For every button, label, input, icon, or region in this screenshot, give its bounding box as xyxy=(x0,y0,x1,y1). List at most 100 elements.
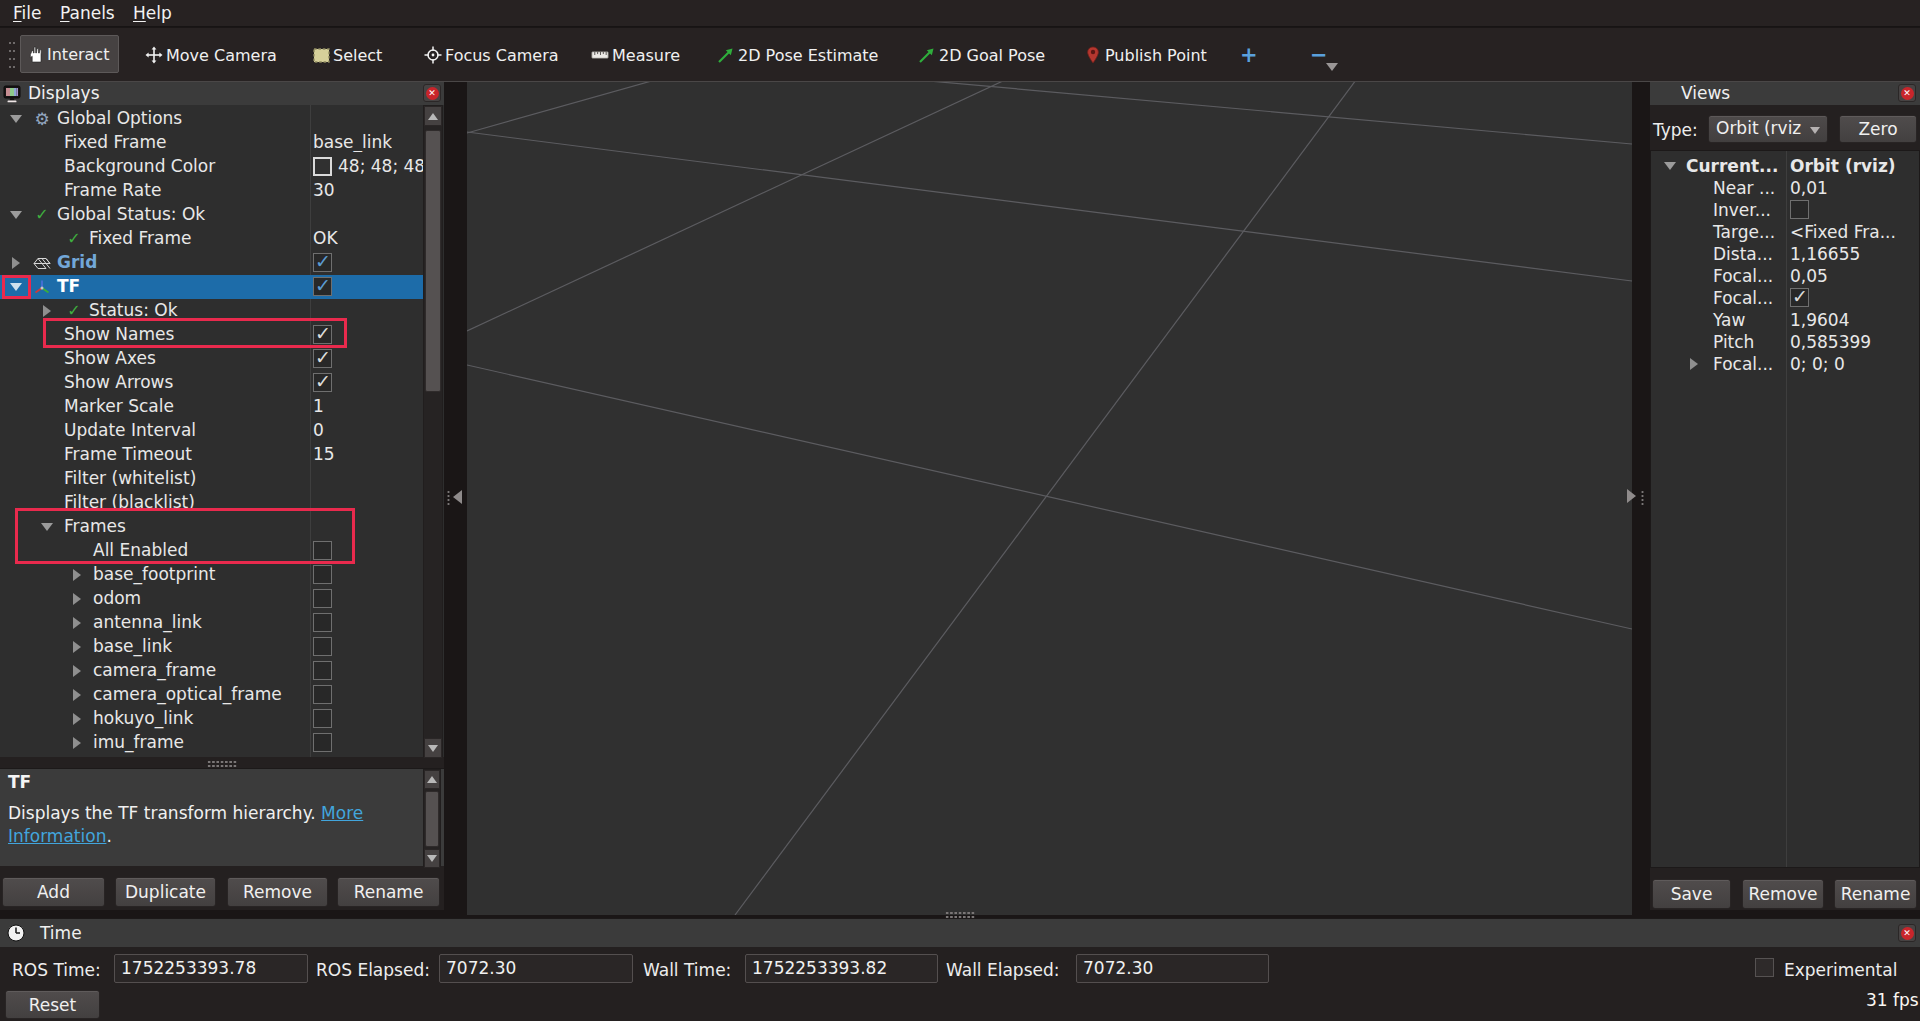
toolbar-drag-handle[interactable] xyxy=(8,39,16,71)
expand-arrow-icon[interactable] xyxy=(10,283,22,291)
row-value[interactable]: 0 xyxy=(313,420,324,440)
collapse-arrow-icon[interactable] xyxy=(73,665,81,677)
row-checkbox[interactable] xyxy=(313,613,332,632)
description-splitter-handle[interactable] xyxy=(207,760,237,767)
row-value[interactable]: 48; 48; 48 xyxy=(338,156,423,176)
row-checkbox[interactable] xyxy=(313,589,332,608)
ros-time-field[interactable]: 1752253393.78 xyxy=(114,954,308,983)
row-checkbox[interactable] xyxy=(313,733,332,752)
row-checkbox[interactable] xyxy=(313,661,332,680)
experimental-checkbox[interactable] xyxy=(1755,958,1774,977)
displays-row-marker-scale[interactable]: Marker Scale1 xyxy=(0,395,423,419)
views-row-focal-[interactable]: Focal...✓ xyxy=(1651,287,1919,309)
row-value[interactable]: 0,05 xyxy=(1790,266,1828,286)
save-view-button[interactable]: Save xyxy=(1652,879,1731,909)
views-row-dista-[interactable]: Dista...1,16655 xyxy=(1651,243,1919,265)
add-display-button[interactable]: Add xyxy=(2,877,105,907)
remove-tool-button[interactable]: − xyxy=(1310,36,1328,74)
displays-tree-scrollbar[interactable] xyxy=(423,105,443,757)
right-splitter-collapse-icon[interactable] xyxy=(1627,489,1636,503)
row-value[interactable]: OK xyxy=(313,228,338,248)
duplicate-display-button[interactable]: Duplicate xyxy=(115,877,216,907)
expand-arrow-icon[interactable] xyxy=(1664,162,1676,170)
row-checkbox[interactable] xyxy=(1790,200,1809,219)
tool-measure[interactable]: Measure xyxy=(591,36,680,74)
row-checkbox[interactable] xyxy=(313,541,332,560)
collapse-arrow-icon[interactable] xyxy=(73,737,81,749)
row-value[interactable]: 0; 0; 0 xyxy=(1790,354,1845,374)
displays-row-fixed-frame[interactable]: Fixed Framebase_link xyxy=(0,131,423,155)
collapse-arrow-icon[interactable] xyxy=(12,257,20,269)
views-row-yaw[interactable]: Yaw1,9604 xyxy=(1651,309,1919,331)
displays-close-button[interactable]: ✕ xyxy=(423,84,441,102)
displays-row-frame-rate[interactable]: Frame Rate30 xyxy=(0,179,423,203)
displays-row-background-color[interactable]: Background Color48; 48; 48 xyxy=(0,155,423,179)
reset-button[interactable]: Reset xyxy=(5,990,100,1019)
displays-row-base-footprint[interactable]: base_footprint xyxy=(0,563,423,587)
row-value[interactable]: <Fixed Fra... xyxy=(1790,222,1896,242)
displays-row-frame-timeout[interactable]: Frame Timeout15 xyxy=(0,443,423,467)
collapse-arrow-icon[interactable] xyxy=(73,617,81,629)
displays-row-fixed-frame[interactable]: ✓Fixed FrameOK xyxy=(0,227,423,251)
row-checkbox[interactable] xyxy=(313,637,332,656)
displays-row-update-interval[interactable]: Update Interval0 xyxy=(0,419,423,443)
views-type-dropdown[interactable]: Orbit (rviz xyxy=(1708,115,1828,143)
row-checkbox[interactable]: ✓ xyxy=(313,277,332,296)
ros-elapsed-field[interactable]: 7072.30 xyxy=(439,954,633,983)
row-checkbox[interactable] xyxy=(313,685,332,704)
collapse-arrow-icon[interactable] xyxy=(73,593,81,605)
displays-row-filter-whitelist-[interactable]: Filter (whitelist) xyxy=(0,467,423,491)
displays-row-status-ok[interactable]: ✓Status: Ok xyxy=(0,299,423,323)
displays-row-show-arrows[interactable]: Show Arrows✓ xyxy=(0,371,423,395)
tool-interact[interactable]: Interact xyxy=(20,35,119,73)
displays-row-show-axes[interactable]: Show Axes✓ xyxy=(0,347,423,371)
remove-display-button[interactable]: Remove xyxy=(227,877,328,907)
time-close-button[interactable]: ✕ xyxy=(1898,924,1916,942)
displays-row-all-enabled[interactable]: All Enabled xyxy=(0,539,423,563)
zero-button[interactable]: Zero xyxy=(1839,115,1917,143)
row-checkbox[interactable]: ✓ xyxy=(313,373,332,392)
row-checkbox[interactable]: ✓ xyxy=(313,349,332,368)
row-value[interactable]: 30 xyxy=(313,180,335,200)
description-scrollbar[interactable] xyxy=(423,769,441,867)
displays-row-filter-blacklist-[interactable]: Filter (blacklist) xyxy=(0,491,423,515)
tool-publish-point[interactable]: Publish Point xyxy=(1084,36,1207,74)
remove-view-button[interactable]: Remove xyxy=(1742,879,1824,909)
displays-row-antenna-link[interactable]: antenna_link xyxy=(0,611,423,635)
wall-time-field[interactable]: 1752253393.82 xyxy=(745,954,938,983)
collapse-arrow-icon[interactable] xyxy=(1690,358,1698,370)
views-row-near-[interactable]: Near ...0,01 xyxy=(1651,177,1919,199)
row-checkbox[interactable] xyxy=(313,565,332,584)
row-checkbox[interactable] xyxy=(313,709,332,728)
add-tool-button[interactable]: + xyxy=(1240,36,1258,74)
views-row-focal-[interactable]: Focal...0; 0; 0 xyxy=(1651,353,1919,375)
scrollbar-thumb[interactable] xyxy=(425,130,441,392)
right-splitter-grip[interactable] xyxy=(1640,490,1645,506)
displays-row-odom[interactable]: odom xyxy=(0,587,423,611)
expand-arrow-icon[interactable] xyxy=(41,523,53,531)
row-value[interactable]: 1,16655 xyxy=(1790,244,1860,264)
tool-select[interactable]: Select xyxy=(312,36,382,74)
scroll-down-button[interactable] xyxy=(424,738,442,758)
scroll-down-button[interactable] xyxy=(424,849,440,868)
expand-arrow-icon[interactable] xyxy=(10,211,22,219)
displays-row-grid[interactable]: Grid✓ xyxy=(0,251,423,275)
views-row-current-[interactable]: Current...Orbit (rviz) xyxy=(1651,155,1919,177)
scroll-up-button[interactable] xyxy=(424,106,442,126)
displays-row-frames[interactable]: Frames xyxy=(0,515,423,539)
row-checkbox[interactable]: ✓ xyxy=(1790,288,1809,307)
displays-row-tf[interactable]: TF✓ xyxy=(0,275,423,299)
collapse-arrow-icon[interactable] xyxy=(73,569,81,581)
displays-row-base-link[interactable]: base_link xyxy=(0,635,423,659)
collapse-arrow-icon[interactable] xyxy=(43,305,51,317)
row-value[interactable]: 0,01 xyxy=(1790,178,1828,198)
views-row-inver-[interactable]: Inver... xyxy=(1651,199,1919,221)
row-value[interactable]: 15 xyxy=(313,444,335,464)
tool-move-camera[interactable]: Move Camera xyxy=(145,36,277,74)
scroll-up-button[interactable] xyxy=(424,770,440,789)
toolbar-overflow-chevron-icon[interactable] xyxy=(1326,63,1338,71)
displays-row-global-status-ok[interactable]: ✓Global Status: Ok xyxy=(0,203,423,227)
views-row-targe-[interactable]: Targe...<Fixed Fra... xyxy=(1651,221,1919,243)
rename-display-button[interactable]: Rename xyxy=(337,877,440,907)
row-value[interactable]: 1,9604 xyxy=(1790,310,1849,330)
